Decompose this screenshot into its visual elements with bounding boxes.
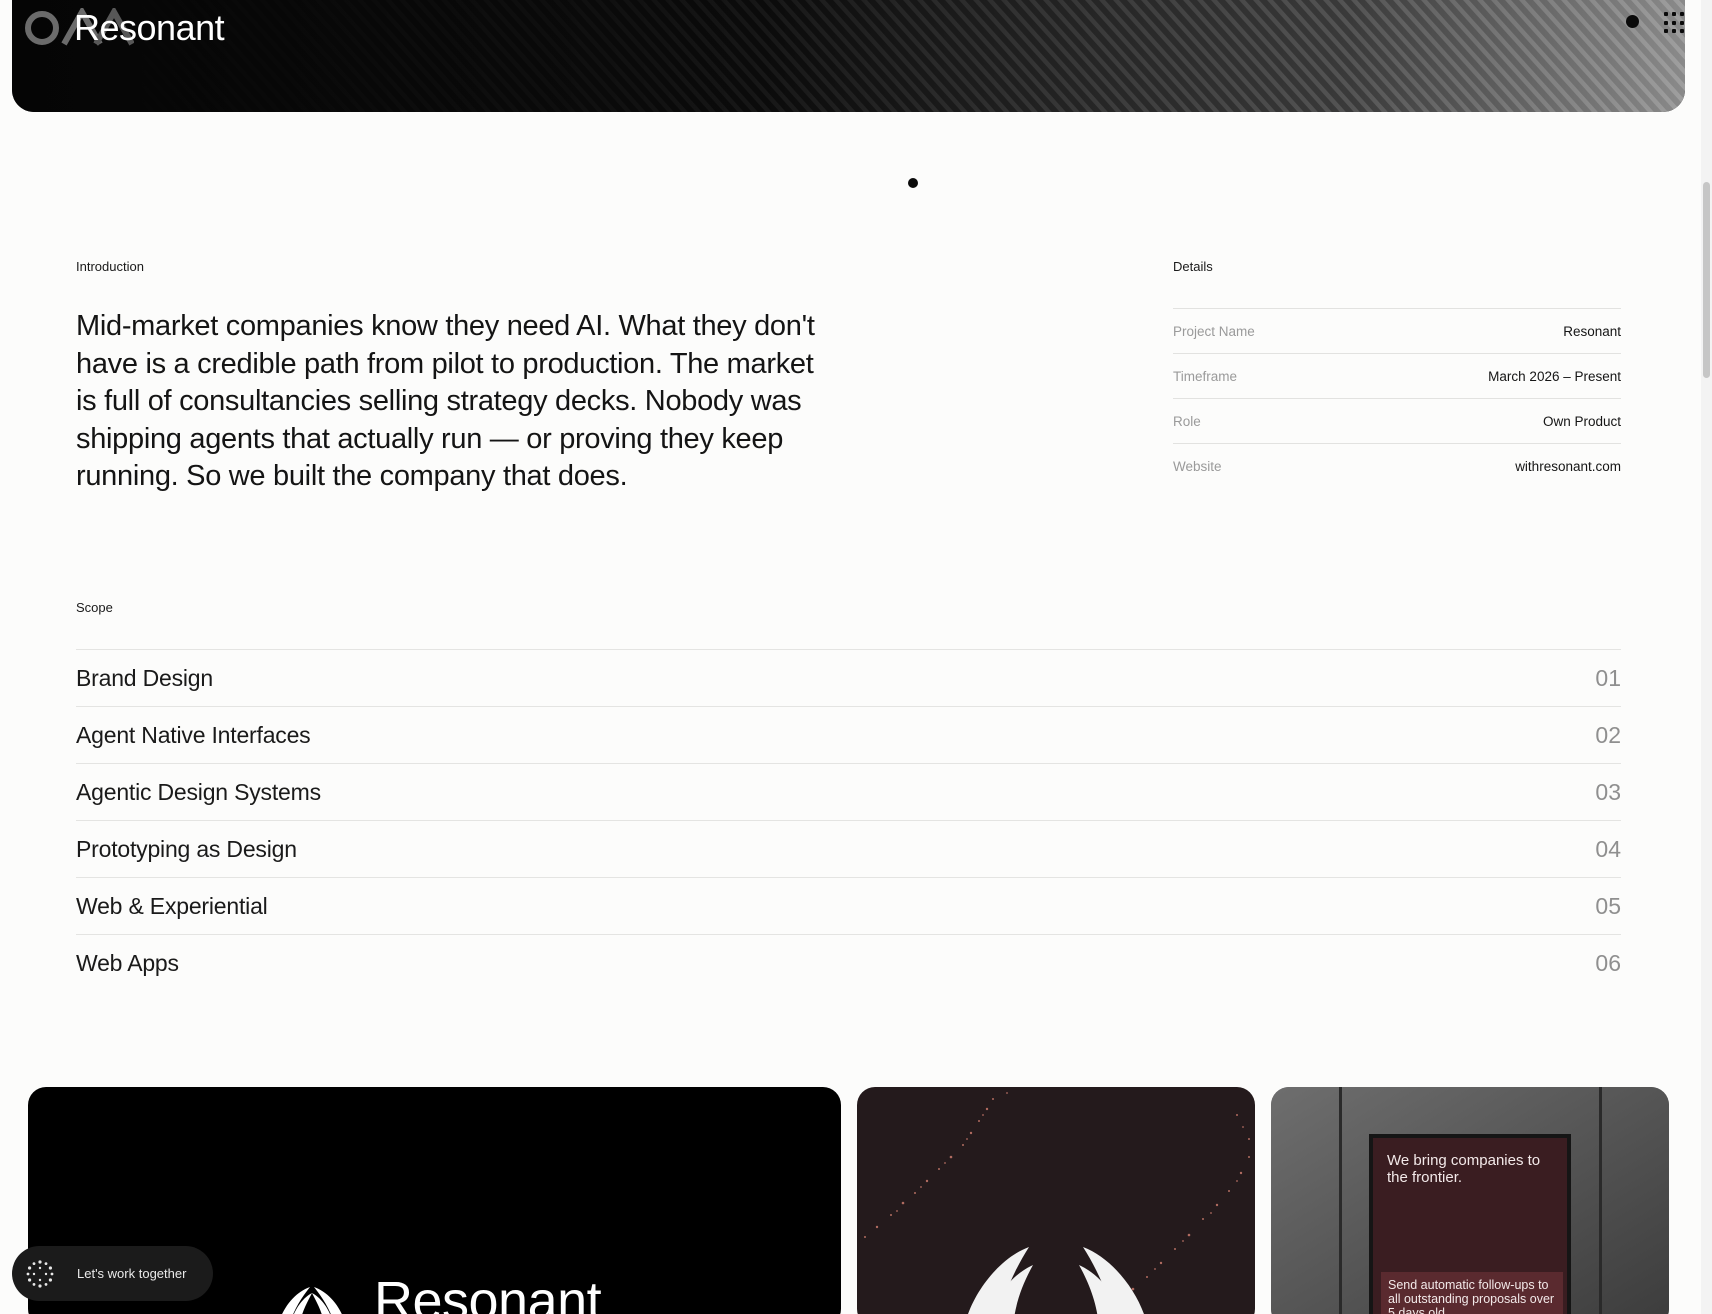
website-link[interactable]: withresonant.com [1515,459,1621,474]
scope-item-number: 03 [1595,778,1621,805]
scope-item: Web Apps 06 [76,935,1621,992]
poster-headline: We bring companies to the frontier. [1387,1152,1541,1186]
scope-item-number: 06 [1595,950,1621,976]
hero-banner: Resonant [12,0,1685,112]
carousel-indicator-dot[interactable] [908,178,918,188]
details-row: Role Own Product [1173,399,1621,444]
site-logo[interactable]: Resonant [24,7,225,48]
scope-item-name: Web Apps [76,950,179,976]
scope-item: Agent Native Interfaces 02 [76,707,1621,764]
scope-item-number: 02 [1595,721,1621,748]
cta-label: Let's work together [77,1266,187,1281]
scope-item-number: 05 [1595,892,1621,919]
brand-mark-icon [282,1287,342,1314]
gallery-card-mark[interactable] [857,1087,1255,1314]
scope-item: Prototyping as Design 04 [76,821,1621,878]
gallery-card-poster[interactable]: We bring companies to the frontier. Send… [1271,1087,1669,1314]
details-key: Timeframe [1173,368,1238,384]
brand-wordmark: Resonant [374,1271,602,1314]
details-value: March 2026 – Present [1488,368,1621,384]
details-label: Details [1173,259,1213,274]
details-value: Resonant [1563,323,1621,339]
details-row: Timeframe March 2026 – Present [1173,354,1621,399]
intro-label: Introduction [76,259,144,274]
brand-lockup: Resonant [276,1270,602,1314]
lets-work-together-button[interactable]: Let's work together [12,1246,213,1301]
scope-item-name: Brand Design [76,664,213,691]
scrollbar-thumb[interactable] [1703,182,1710,378]
details-table: Project Name Resonant Timeframe March 20… [1173,308,1621,489]
dotted-circle-icon [26,1259,54,1288]
details-key: Role [1173,413,1201,429]
scope-item-name: Agent Native Interfaces [76,721,311,748]
particle-mark-illustration [864,1092,1250,1314]
scope-item-name: Prototyping as Design [76,835,297,862]
grid-menu-icon[interactable] [1664,12,1685,34]
hero-texture [12,0,1685,112]
scope-item: Brand Design 01 [76,650,1621,707]
details-row: Website withresonant.com [1173,444,1621,489]
scope-item-number: 01 [1595,664,1621,691]
details-value: Own Product [1542,413,1621,429]
poster-frame: We bring companies to the frontier. Send… [1369,1134,1571,1314]
details-row: Project Name Resonant [1173,309,1621,354]
poster-message: Send automatic follow-ups to all outstan… [1381,1272,1563,1314]
intro-paragraph: Mid-market companies know they need AI. … [76,310,815,492]
scope-list: Brand Design 01 Agent Native Interfaces … [76,649,1621,992]
logo-text: Resonant [74,7,225,48]
scope-item-name: Web & Experiential [76,892,268,919]
details-key: Website [1173,459,1222,474]
details-key: Project Name [1173,323,1255,339]
status-dot-icon[interactable] [1626,15,1639,28]
scope-item-number: 04 [1595,835,1621,862]
scope-item: Agentic Design Systems 03 [76,764,1621,821]
scope-item: Web & Experiential 05 [76,878,1621,935]
scope-item-name: Agentic Design Systems [76,778,321,805]
scope-label: Scope [76,600,113,615]
